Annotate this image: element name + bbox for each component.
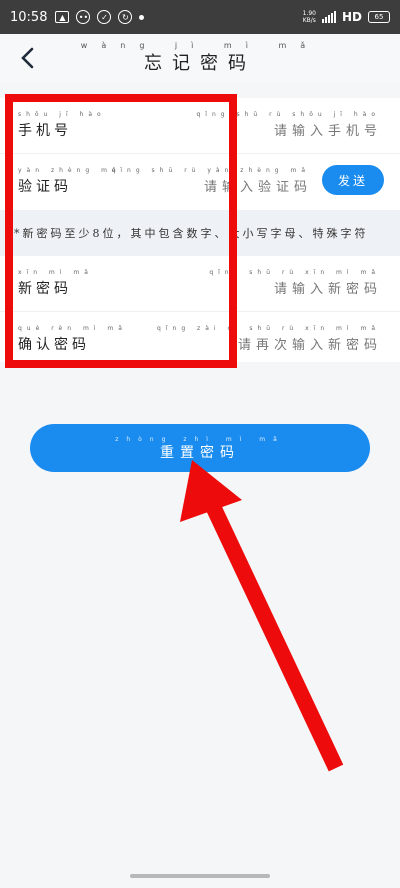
net-speed-unit: KB/s	[302, 17, 316, 24]
page-title: 忘记密码	[144, 53, 256, 74]
signal-icon	[321, 11, 336, 23]
chat-icon: ••	[76, 10, 91, 24]
send-code-button[interactable]: 发送	[322, 165, 384, 195]
status-system-icons: 1.90 KB/s HD 65	[303, 10, 390, 24]
net-speed: 1.90 KB/s	[303, 10, 316, 24]
confirm-password-input[interactable]: 请再次输入新密码	[238, 334, 382, 353]
chevron-left-icon	[21, 47, 34, 69]
home-indicator[interactable]	[130, 874, 270, 878]
status-notification-icons: ▲ •• ✓ ↻	[55, 10, 145, 24]
check-circle-icon: ✓	[97, 10, 112, 24]
refresh-icon: ↻	[118, 10, 133, 24]
dot-icon	[139, 14, 145, 20]
status-time: 10:58	[10, 9, 48, 25]
reset-password-button[interactable]: 重置密码	[30, 424, 370, 472]
battery-icon: 65	[368, 11, 390, 23]
image-icon: ▲	[55, 11, 70, 23]
net-speed-value: 1.90	[302, 10, 316, 17]
send-code-button-label: 发送	[337, 173, 368, 188]
page-title-pinyin: wàng jì mì mǎ	[80, 41, 320, 50]
annotation-highlight-box	[5, 94, 237, 368]
new-password-input[interactable]: 请输入新密码	[274, 278, 382, 297]
reset-password-button-label: 重置密码	[160, 445, 240, 461]
network-type: HD	[341, 10, 362, 24]
nav-header: wàng jì mì mǎ 忘记密码	[0, 34, 400, 82]
status-bar: 10:58 ▲ •• ✓ ↻ 1.90 KB/s HD 65	[0, 0, 400, 34]
reset-button-pinyin: zhòng zhì mì mǎ	[115, 436, 285, 443]
phone-input[interactable]: 请输入手机号	[274, 120, 382, 139]
